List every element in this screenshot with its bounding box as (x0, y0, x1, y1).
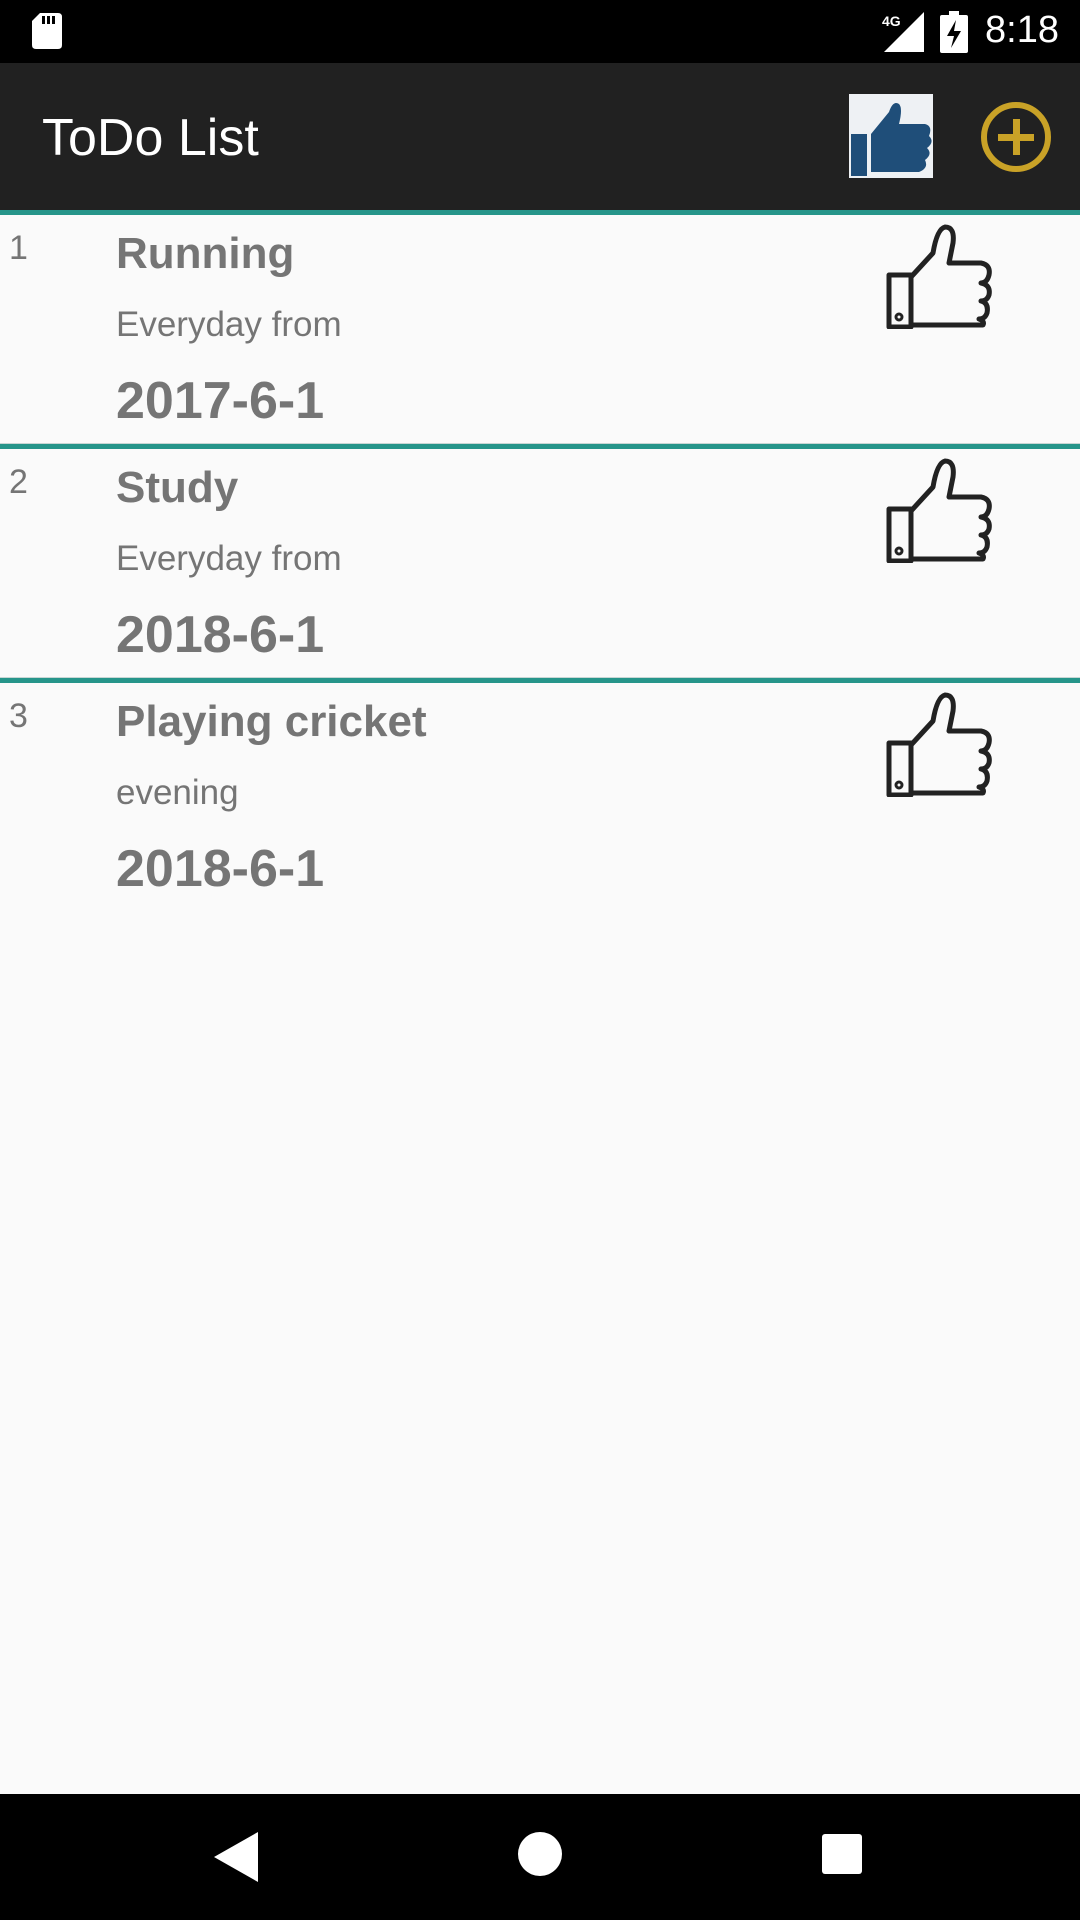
item-title: Running (116, 229, 295, 278)
add-circle-icon[interactable] (980, 101, 1052, 173)
thumbs-up-filled-icon (849, 94, 933, 178)
cell-signal-icon: 4G (882, 12, 924, 52)
item-description: evening (116, 773, 239, 812)
list-item[interactable]: 1 Running Everyday from 2017-6-1 (0, 210, 1080, 445)
svg-text:4G: 4G (882, 13, 901, 29)
item-date: 2018-6-1 (116, 606, 325, 664)
item-title: Playing cricket (116, 697, 427, 746)
battery-charging-icon (940, 11, 968, 53)
item-number: 1 (9, 229, 28, 267)
item-date: 2017-6-1 (116, 372, 325, 430)
navigation-bar (0, 1794, 1080, 1920)
like-button[interactable] (849, 94, 933, 178)
sd-card-icon (32, 13, 62, 49)
home-icon[interactable] (518, 1832, 562, 1876)
page-title: ToDo List (42, 109, 259, 167)
back-icon[interactable] (214, 1832, 258, 1882)
list-item[interactable]: 2 Study Everyday from 2018-6-1 (0, 444, 1080, 679)
item-title: Study (116, 463, 239, 512)
item-number: 2 (9, 463, 28, 501)
thumbs-up-icon[interactable] (885, 223, 995, 329)
recent-apps-icon[interactable] (822, 1834, 862, 1874)
list-item[interactable]: 3 Playing cricket evening 2018-6-1 (0, 678, 1080, 912)
app-bar: ToDo List (0, 63, 1080, 210)
item-description: Everyday from (116, 305, 342, 344)
thumbs-up-icon[interactable] (885, 691, 995, 797)
status-bar: 4G 8:18 (0, 0, 1080, 63)
clock: 8:18 (985, 9, 1059, 51)
item-number: 3 (9, 697, 28, 735)
todo-list: 1 Running Everyday from 2017-6-1 2 Study… (0, 210, 1080, 912)
item-date: 2018-6-1 (116, 840, 325, 898)
item-description: Everyday from (116, 539, 342, 578)
thumbs-up-icon[interactable] (885, 457, 995, 563)
